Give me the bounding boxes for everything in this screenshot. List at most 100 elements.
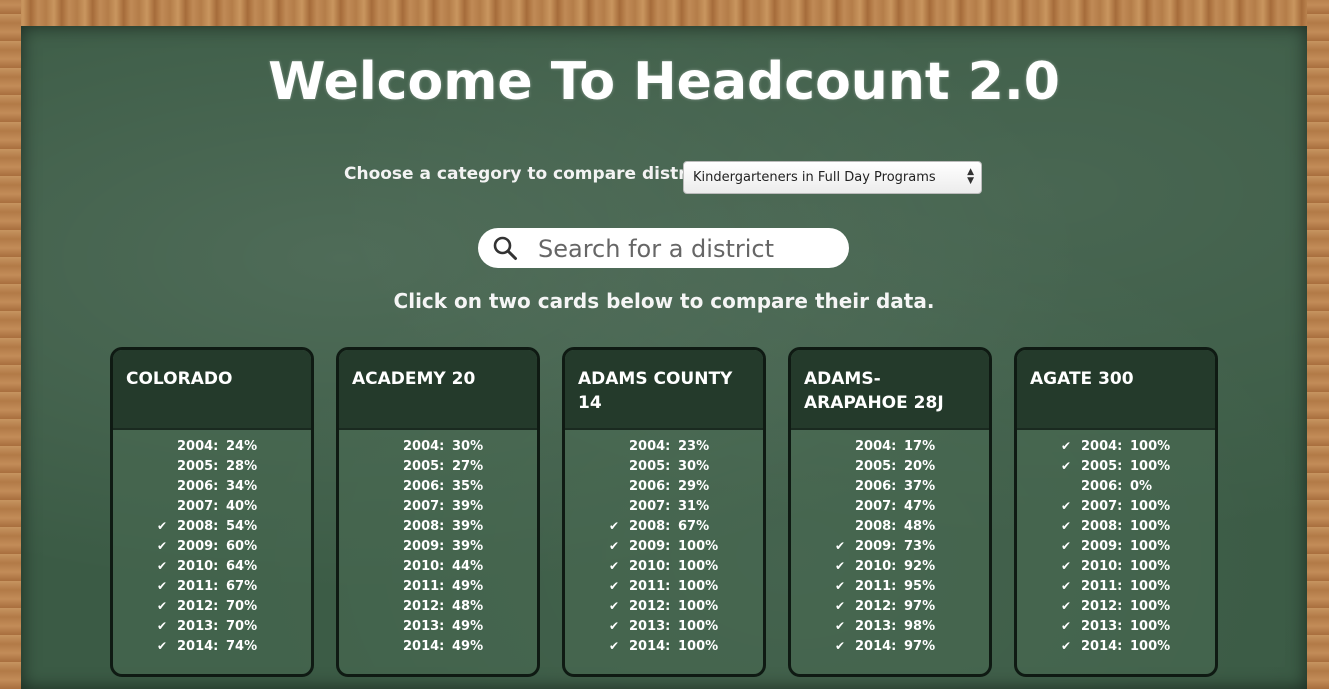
row-value: 97% (904, 639, 936, 654)
data-row: ✔ 2011: 100% (1017, 579, 1215, 599)
row-value: 100% (678, 559, 719, 574)
row-value: 30% (678, 459, 710, 474)
data-row: ✔ 2009: 60% (113, 539, 311, 559)
select-arrows-icon: ▲ ▼ (967, 167, 974, 186)
row-value: 97% (904, 599, 936, 614)
data-row: 2008: 48% (791, 519, 989, 539)
data-row: ✔ 2012: 97% (791, 599, 989, 619)
row-value: 100% (1130, 599, 1171, 614)
row-year: 2007: (403, 499, 445, 514)
data-row: ✔ 2014: 74% (113, 639, 311, 659)
district-card[interactable]: ACADEMY 20 2004: 30% 2005: 27% 2006: 35% 2007: 3… (336, 347, 540, 677)
data-row: ✔ 2012: 100% (1017, 599, 1215, 619)
row-year: 2006: (629, 479, 671, 494)
row-value: 100% (678, 639, 719, 654)
card-header: COLORADO (113, 350, 311, 430)
row-value: 73% (904, 539, 936, 554)
district-card[interactable]: AGATE 300 ✔ 2004: 100% ✔ 2005: 100% 2006: 0% ✔ 200… (1014, 347, 1218, 677)
data-row: 2006: 37% (791, 479, 989, 499)
category-select[interactable]: Kindergarteners in Full Day Programs ▲ ▼ (683, 161, 982, 194)
row-value: 95% (904, 579, 936, 594)
data-row: 2006: 35% (339, 479, 537, 499)
data-row: 2005: 27% (339, 459, 537, 479)
row-year: 2009: (855, 539, 897, 554)
row-value: 70% (226, 619, 258, 634)
row-value: 35% (452, 479, 484, 494)
row-value: 100% (1130, 539, 1171, 554)
row-value: 100% (1130, 439, 1171, 454)
checkmark-icon: ✔ (1061, 619, 1072, 633)
card-title: ACADEMY 20 (352, 369, 476, 389)
data-row: ✔ 2013: 100% (565, 619, 763, 639)
data-row: 2005: 20% (791, 459, 989, 479)
row-year: 2005: (855, 459, 897, 474)
card-data-list: 2004: 24% 2005: 28% 2006: 34% 2007: 40% ✔ 2008: 54… (113, 430, 311, 659)
row-year: 2011: (1081, 579, 1123, 594)
data-row: 2004: 17% (791, 439, 989, 459)
category-label: Choose a category to compare districts: (344, 164, 728, 184)
card-header: ACADEMY 20 (339, 350, 537, 430)
row-year: 2005: (629, 459, 671, 474)
row-year: 2011: (855, 579, 897, 594)
data-row: 2007: 40% (113, 499, 311, 519)
row-year: 2004: (1081, 439, 1123, 454)
row-year: 2007: (1081, 499, 1123, 514)
row-value: 67% (226, 579, 258, 594)
row-value: 29% (678, 479, 710, 494)
checkmark-icon: ✔ (835, 579, 846, 593)
checkmark-icon: ✔ (835, 559, 846, 573)
search-input[interactable] (536, 233, 840, 265)
row-year: 2012: (855, 599, 897, 614)
row-year: 2006: (855, 479, 897, 494)
data-row: 2011: 49% (339, 579, 537, 599)
data-row: ✔ 2011: 67% (113, 579, 311, 599)
row-year: 2012: (177, 599, 219, 614)
data-row: 2005: 30% (565, 459, 763, 479)
checkmark-icon: ✔ (609, 639, 620, 653)
row-year: 2010: (403, 559, 445, 574)
row-value: 47% (904, 499, 936, 514)
district-card[interactable]: COLORADO 2004: 24% 2005: 28% 2006: 34% 2007: 40%… (110, 347, 314, 677)
row-value: 100% (1130, 619, 1171, 634)
row-value: 100% (678, 539, 719, 554)
checkmark-icon: ✔ (157, 559, 168, 573)
checkmark-icon: ✔ (157, 619, 168, 633)
data-row: ✔ 2004: 100% (1017, 439, 1215, 459)
row-year: 2005: (403, 459, 445, 474)
row-year: 2009: (403, 539, 445, 554)
card-title: COLORADO (126, 369, 233, 389)
row-year: 2013: (403, 619, 445, 634)
row-year: 2007: (855, 499, 897, 514)
card-title: ADAMS-ARAPAHOE 28J (804, 369, 944, 413)
card-header: ADAMS-ARAPAHOE 28J (791, 350, 989, 430)
row-year: 2009: (177, 539, 219, 554)
data-row: 2007: 39% (339, 499, 537, 519)
checkmark-icon: ✔ (609, 519, 620, 533)
data-row: ✔ 2011: 100% (565, 579, 763, 599)
checkmark-icon: ✔ (157, 599, 168, 613)
wood-frame-left (0, 0, 21, 689)
checkmark-icon: ✔ (835, 599, 846, 613)
data-row: ✔ 2012: 70% (113, 599, 311, 619)
checkmark-icon: ✔ (1061, 579, 1072, 593)
district-card[interactable]: ADAMS-ARAPAHOE 28J 2004: 17% 2005: 20% 2006: 3… (788, 347, 992, 677)
row-year: 2014: (403, 639, 445, 654)
row-year: 2008: (1081, 519, 1123, 534)
row-year: 2014: (1081, 639, 1123, 654)
row-year: 2014: (629, 639, 671, 654)
checkmark-icon: ✔ (609, 579, 620, 593)
row-value: 37% (904, 479, 936, 494)
row-value: 49% (452, 619, 484, 634)
row-value: 39% (452, 539, 484, 554)
data-row: 2006: 34% (113, 479, 311, 499)
card-data-list: ✔ 2004: 100% ✔ 2005: 100% 2006: 0% ✔ 2007: 100% ✔ 20… (1017, 430, 1215, 659)
checkmark-icon: ✔ (157, 639, 168, 653)
row-value: 27% (452, 459, 484, 474)
checkmark-icon: ✔ (157, 539, 168, 553)
row-year: 2012: (629, 599, 671, 614)
row-value: 44% (452, 559, 484, 574)
card-header: AGATE 300 (1017, 350, 1215, 430)
row-value: 54% (226, 519, 258, 534)
district-card[interactable]: ADAMS COUNTY 14 2004: 23% 2005: 30% 2006: 29% 2… (562, 347, 766, 677)
search-bar[interactable] (478, 228, 849, 268)
